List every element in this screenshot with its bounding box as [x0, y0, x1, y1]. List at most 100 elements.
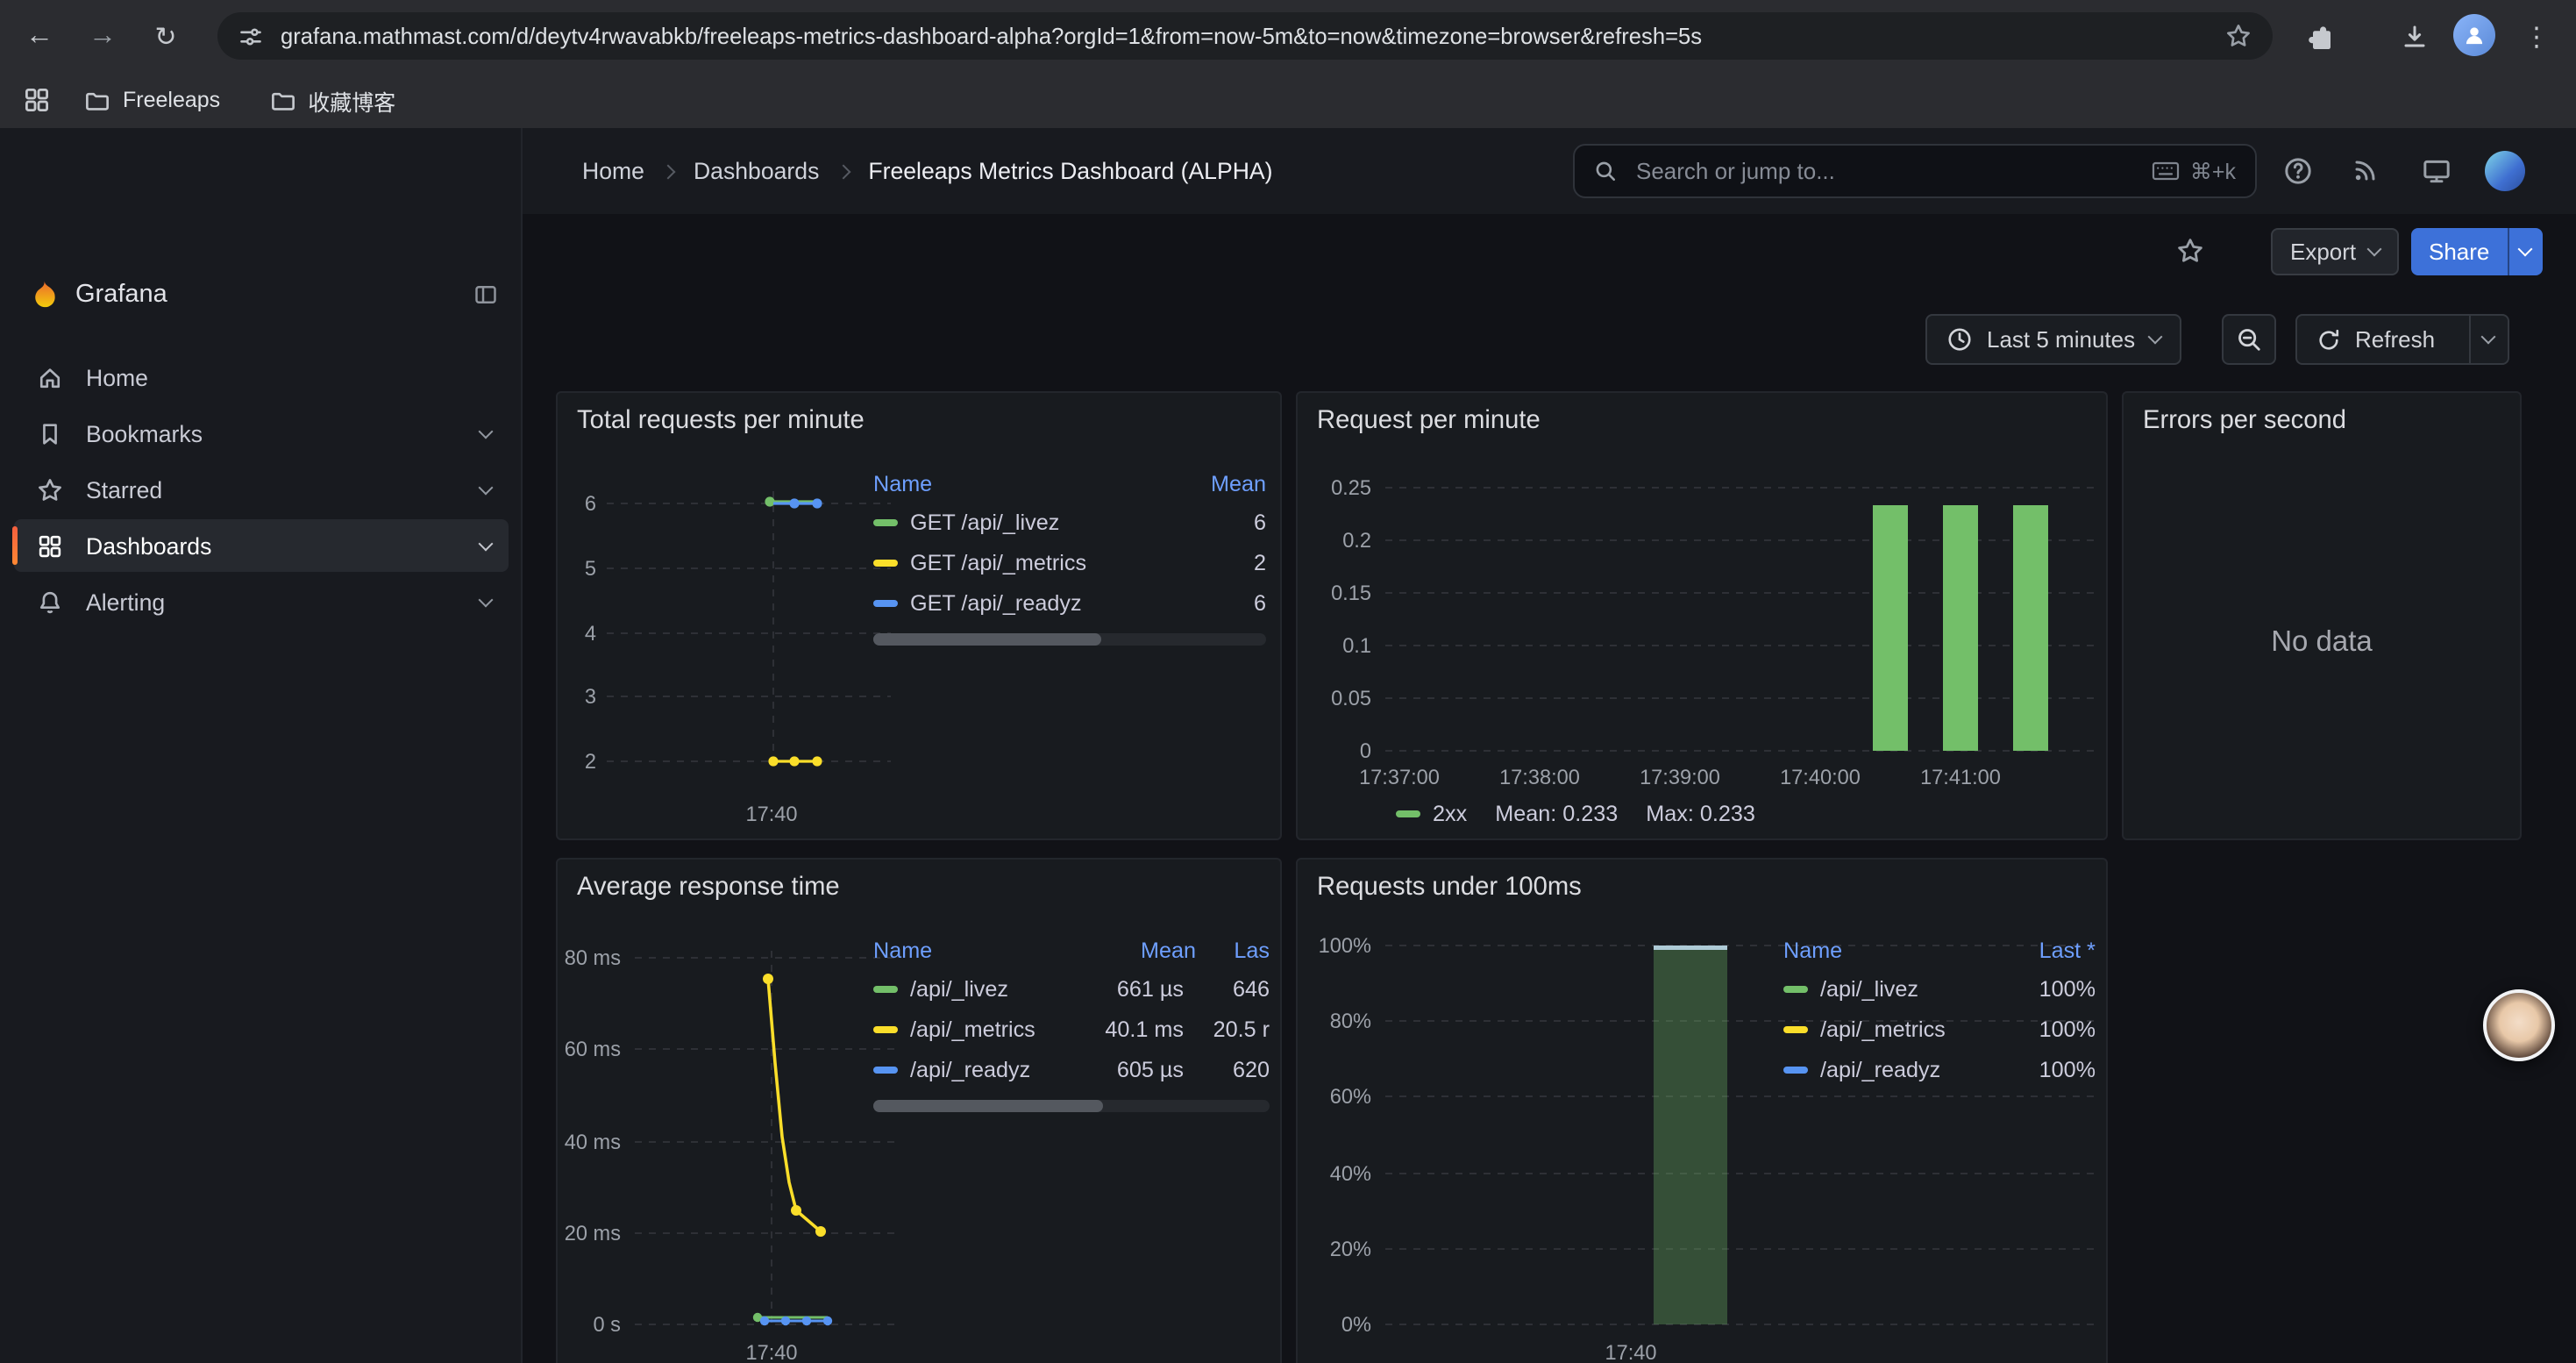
panel-title[interactable]: Requests under 100ms [1317, 874, 1582, 902]
chev-down-icon[interactable] [479, 480, 494, 495]
legend-row: GET /api/_metrics 2 [873, 542, 1266, 582]
series-name[interactable]: /api/_livez [1820, 976, 2003, 1001]
search-box[interactable]: ⌘+k [1573, 144, 2257, 198]
address-bar[interactable]: grafana.mathmast.com/d/deytv4rwavabkb/fr… [217, 12, 2273, 60]
panel-total-requests: Total requests per minute 6 5 4 3 2 17:4… [556, 391, 1282, 840]
series-swatch [873, 559, 898, 566]
timeseries-chart [635, 940, 894, 1337]
legend-row: /api/_livez 100% [1783, 968, 2096, 1009]
legend-header-name[interactable]: Name [873, 938, 1098, 963]
bookmark-star-icon[interactable] [2225, 23, 2252, 49]
series-name[interactable]: GET /api/_metrics [910, 550, 1173, 574]
legend-item[interactable]: 2xx [1396, 802, 1467, 826]
chev-down-icon [2366, 242, 2381, 257]
no-data-message: No data [2124, 446, 2520, 838]
panel-errors-per-second: Errors per second No data [2122, 391, 2522, 840]
panel-title[interactable]: Average response time [577, 874, 840, 902]
export-button[interactable]: Export [2271, 228, 2398, 275]
refresh-icon [2316, 327, 2341, 352]
news-rss-icon[interactable] [2345, 149, 2387, 191]
y-tick: 0.15 [1312, 581, 1371, 605]
sidebar-item-home[interactable]: Home [14, 351, 509, 403]
legend-row: /api/_readyz 100% [1783, 1049, 2096, 1089]
apps-grid-icon[interactable] [23, 86, 51, 114]
bookmark-folder-label: Freeleaps [123, 88, 220, 112]
legend-header-name[interactable]: Name [873, 472, 1185, 496]
share-button[interactable]: Share [2411, 228, 2507, 275]
sidebar-item-label: Dashboards [86, 532, 458, 559]
series-last: 620 [1196, 1057, 1270, 1081]
reload-button[interactable]: ↻ [140, 11, 191, 61]
legend-header-last[interactable]: Las [1196, 938, 1270, 963]
url-text[interactable]: grafana.mathmast.com/d/deytv4rwavabkb/fr… [281, 23, 2225, 49]
series-name[interactable]: /api/_readyz [1820, 1057, 2003, 1081]
series-swatch [1783, 985, 1808, 992]
chev-down-icon[interactable] [479, 592, 494, 607]
forward-button[interactable]: → [77, 11, 128, 61]
x-tick: 17:40:00 [1768, 765, 1873, 789]
panel-title[interactable]: Request per minute [1317, 407, 1541, 435]
legend-scrollbar[interactable] [873, 633, 1266, 646]
legend-table: Name Mean GET /api/_livez 6 GET /api/_me… [873, 467, 1266, 646]
series-swatch [1396, 810, 1420, 817]
breadcrumb-dashboards[interactable]: Dashboards [694, 158, 819, 184]
browser-menu-button[interactable]: ⋮ [2511, 11, 2562, 61]
bookmark-folder[interactable]: 收藏博客 [253, 78, 411, 122]
keyboard-icon [2152, 161, 2180, 181]
extensions-button[interactable] [2294, 11, 2345, 61]
legend-scrollbar[interactable] [873, 1100, 1270, 1112]
legend-header-name[interactable]: Name [1783, 938, 2015, 963]
scrollbar-thumb[interactable] [873, 633, 1101, 646]
back-button[interactable]: ← [14, 11, 65, 61]
sidebar-item-alerting[interactable]: Alerting [14, 575, 509, 628]
series-name[interactable]: /api/_livez [910, 976, 1073, 1001]
legend-header-mean[interactable]: Mean [1098, 938, 1196, 963]
x-tick: 17:41:00 [1908, 765, 2013, 789]
y-tick: 20 ms [561, 1221, 621, 1245]
y-tick: 40% [1305, 1161, 1371, 1186]
time-range-picker[interactable]: Last 5 minutes [1925, 314, 2181, 365]
grafana-logo[interactable] [28, 279, 60, 310]
dock-sidebar-icon[interactable] [473, 282, 498, 307]
series-mean: Mean: 0.233 [1495, 802, 1618, 826]
profile-avatar[interactable] [2453, 14, 2495, 56]
help-icon[interactable] [2276, 149, 2318, 191]
downloads-button[interactable] [2388, 11, 2439, 61]
series-name[interactable]: /api/_readyz [910, 1057, 1073, 1081]
sidebar-item-bookmarks[interactable]: Bookmarks [14, 407, 509, 460]
sidebar-item-starred[interactable]: Starred [14, 463, 509, 516]
zoom-out-button[interactable] [2222, 314, 2276, 365]
user-avatar[interactable] [2485, 151, 2525, 191]
refresh-button[interactable]: Refresh [2297, 316, 2454, 363]
share-menu-button[interactable] [2507, 228, 2542, 275]
scrollbar-thumb[interactable] [873, 1100, 1103, 1112]
series-name[interactable]: GET /api/_readyz [910, 590, 1173, 615]
refresh-interval-button[interactable] [2468, 316, 2507, 363]
series-name[interactable]: /api/_metrics [1820, 1017, 2003, 1041]
series-name[interactable]: /api/_metrics [910, 1017, 1073, 1041]
series-swatch [1783, 1025, 1808, 1032]
bookmark-folder[interactable]: Freeleaps [68, 82, 236, 118]
panel-title[interactable]: Total requests per minute [577, 407, 865, 435]
series-mean: 661 µs [1085, 976, 1184, 1001]
search-input[interactable] [1633, 156, 2136, 186]
y-tick: 80% [1305, 1009, 1371, 1033]
favorite-star-icon[interactable] [2169, 230, 2211, 272]
chev-down-icon[interactable] [479, 424, 494, 439]
chev-down-icon[interactable] [479, 536, 494, 551]
floating-assistant-avatar[interactable] [2483, 989, 2555, 1061]
x-tick: 17:40 [719, 1340, 824, 1363]
sidebar-item-dashboards[interactable]: Dashboards [14, 519, 509, 572]
y-tick: 0.2 [1312, 528, 1371, 553]
breadcrumb-home[interactable]: Home [582, 158, 644, 184]
monitor-icon[interactable] [2415, 149, 2457, 191]
chev-down-icon [2147, 330, 2162, 345]
site-info-icon[interactable] [238, 24, 263, 48]
series-mean: 6 [1185, 590, 1266, 615]
search-icon [1594, 160, 1617, 182]
legend-header-mean[interactable]: Mean [1185, 472, 1266, 496]
series-name[interactable]: GET /api/_livez [910, 510, 1173, 534]
legend: 2xx Mean: 0.233 Max: 0.233 [1396, 802, 1755, 826]
legend-header-last[interactable]: Last * [2015, 938, 2096, 963]
panel-title[interactable]: Errors per second [2143, 407, 2346, 435]
